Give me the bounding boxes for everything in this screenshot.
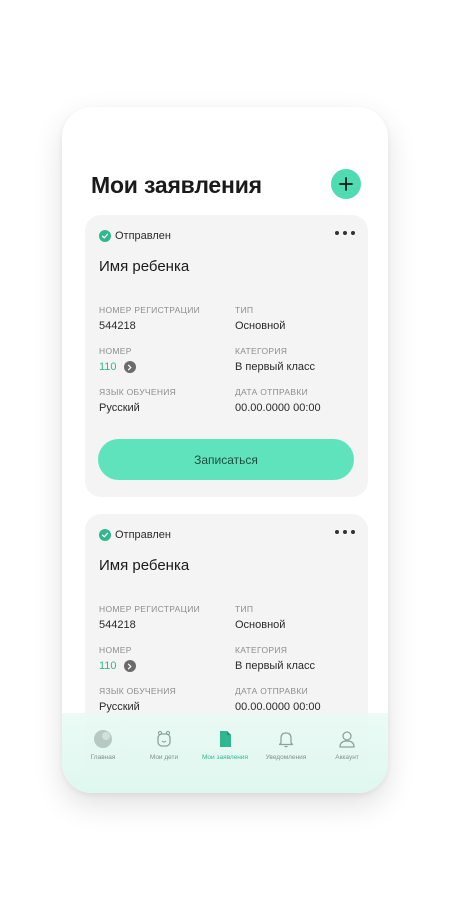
number-label: НОМЕР bbox=[99, 346, 132, 356]
tab-home[interactable]: Главная bbox=[73, 729, 133, 761]
status-text: Отправлен bbox=[115, 529, 171, 541]
category-label: КАТЕГОРИЯ bbox=[235, 645, 288, 655]
tab-home-label: Главная bbox=[90, 754, 116, 761]
reg-number-value: 544218 bbox=[99, 619, 136, 631]
tab-account[interactable]: Аккаунт bbox=[317, 729, 377, 761]
account-icon bbox=[337, 729, 357, 749]
child-name: Имя ребенка bbox=[99, 557, 190, 574]
enroll-button[interactable]: Записаться bbox=[98, 439, 354, 480]
category-field: КАТЕГОРИЯ В первый класс bbox=[235, 645, 315, 672]
type-label: ТИП bbox=[235, 305, 254, 315]
category-label: КАТЕГОРИЯ bbox=[235, 346, 288, 356]
sent-date-label: ДАТА ОТПРАВКИ bbox=[235, 686, 309, 696]
number-field[interactable]: НОМЕР 110 bbox=[99, 645, 136, 672]
type-field: ТИП Основной bbox=[235, 604, 285, 631]
type-field: ТИП Основной bbox=[235, 305, 285, 332]
category-value: В первый класс bbox=[235, 660, 316, 672]
tab-notifications[interactable]: Уведомления bbox=[256, 729, 316, 761]
sent-date-value: 00.00.0000 00:00 bbox=[235, 402, 321, 414]
sent-date-field: ДАТА ОТПРАВКИ 00.00.0000 00:00 bbox=[235, 387, 321, 414]
sent-date-label: ДАТА ОТПРАВКИ bbox=[235, 387, 309, 397]
category-value: В первый класс bbox=[235, 361, 316, 373]
number-value: 110 bbox=[99, 660, 117, 672]
bell-icon bbox=[276, 729, 296, 749]
number-field[interactable]: НОМЕР 110 bbox=[99, 346, 136, 373]
check-circle-icon bbox=[99, 529, 111, 541]
language-label: ЯЗЫК ОБУЧЕНИЯ bbox=[99, 686, 177, 696]
plus-icon bbox=[339, 177, 353, 191]
type-value: Основной bbox=[235, 320, 286, 332]
child-name: Имя ребенка bbox=[99, 258, 190, 275]
children-icon bbox=[154, 729, 174, 749]
reg-number-label: НОМЕР РЕГИСТРАЦИИ bbox=[99, 305, 201, 315]
type-value: Основной bbox=[235, 619, 286, 631]
tab-applications-label: Мои заявления bbox=[201, 754, 249, 761]
type-label: ТИП bbox=[235, 604, 254, 614]
more-options-icon[interactable] bbox=[335, 528, 355, 536]
add-application-button[interactable] bbox=[331, 169, 361, 199]
language-value: Русский bbox=[99, 402, 140, 414]
number-label: НОМЕР bbox=[99, 645, 132, 655]
sent-date-value: 00.00.0000 00:00 bbox=[235, 701, 321, 713]
language-field: ЯЗЫК ОБУЧЕНИЯ Русский bbox=[99, 686, 176, 713]
more-options-icon[interactable] bbox=[335, 229, 355, 237]
language-label: ЯЗЫК ОБУЧЕНИЯ bbox=[99, 387, 177, 397]
document-icon bbox=[215, 729, 235, 749]
number-value: 110 bbox=[99, 361, 117, 373]
chevron-right-icon[interactable] bbox=[123, 660, 136, 672]
sent-date-field: ДАТА ОТПРАВКИ 00.00.0000 00:00 bbox=[235, 686, 321, 713]
status-badge: Отправлен bbox=[99, 529, 171, 541]
status-badge: Отправлен bbox=[99, 230, 171, 242]
reg-number-label: НОМЕР РЕГИСТРАЦИИ bbox=[99, 604, 201, 614]
reg-number-value: 544218 bbox=[99, 320, 136, 332]
screen-header: Мои заявления bbox=[91, 169, 361, 201]
check-circle-icon bbox=[99, 230, 111, 242]
home-icon bbox=[93, 729, 113, 749]
reg-number-field: НОМЕР РЕГИСТРАЦИИ 544218 bbox=[99, 305, 200, 332]
status-text: Отправлен bbox=[115, 230, 171, 242]
tab-applications[interactable]: Мои заявления bbox=[195, 729, 255, 761]
chevron-right-icon[interactable] bbox=[123, 361, 136, 373]
language-value: Русский bbox=[99, 701, 140, 713]
language-field: ЯЗЫК ОБУЧЕНИЯ Русский bbox=[99, 387, 176, 414]
tab-notifications-label: Уведомления bbox=[265, 754, 307, 761]
page-title: Мои заявления bbox=[91, 172, 262, 198]
tab-account-label: Аккаунт bbox=[335, 754, 359, 761]
tab-children[interactable]: Мои дети bbox=[134, 729, 194, 761]
application-card[interactable]: Отправлен Имя ребенка НОМЕР РЕГИСТРАЦИИ … bbox=[85, 215, 368, 497]
category-field: КАТЕГОРИЯ В первый класс bbox=[235, 346, 315, 373]
phone-frame: Мои заявления Отправлен Имя ребенка НОМЕ… bbox=[62, 107, 388, 793]
bottom-tab-bar: Главная Мои дети Мои заявления Уведомлен… bbox=[62, 713, 388, 793]
reg-number-field: НОМЕР РЕГИСТРАЦИИ 544218 bbox=[99, 604, 200, 631]
tab-children-label: Мои дети bbox=[149, 754, 179, 761]
